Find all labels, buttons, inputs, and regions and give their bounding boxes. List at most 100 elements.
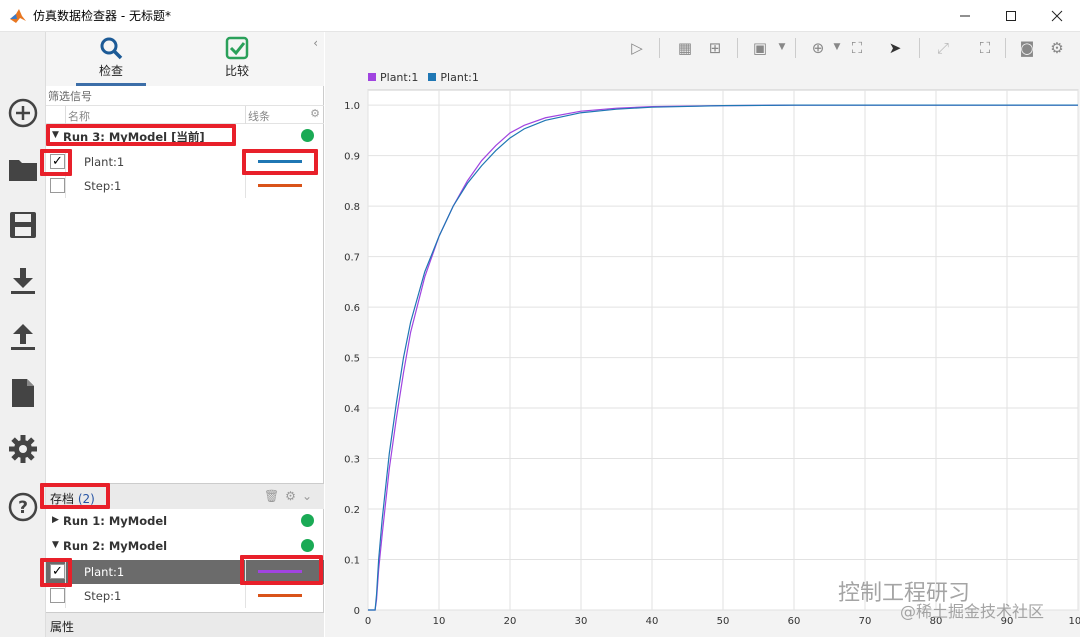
expand-triangle-icon[interactable]: ▶	[52, 515, 59, 525]
x-tick-label: 0	[365, 616, 371, 627]
maximize-icon	[1006, 11, 1016, 21]
help-icon: ?	[8, 492, 38, 522]
save-button[interactable]	[6, 208, 40, 242]
legend-item: Plant:1	[368, 70, 418, 84]
minimize-icon	[960, 15, 970, 17]
collapse-panel-icon[interactable]: ‹	[313, 36, 318, 50]
x-tick-label: 50	[717, 616, 730, 627]
settings-button[interactable]	[6, 432, 40, 466]
x-tick-label: 20	[504, 616, 517, 627]
help-button[interactable]: ?	[6, 490, 40, 524]
camera-icon[interactable]: ◙	[1017, 39, 1037, 57]
status-dot	[301, 539, 314, 552]
zoom-icon[interactable]: ⊕	[808, 39, 828, 57]
properties-header[interactable]: 属性	[46, 612, 324, 637]
x-tick-label: 100	[1068, 616, 1080, 627]
highlight-box	[242, 149, 318, 175]
export-button[interactable]	[6, 320, 40, 354]
highlight-box	[46, 124, 236, 146]
y-tick-label: 1.0	[344, 101, 360, 112]
title-bar: 仿真数据检查器 - 无标题*	[0, 0, 1080, 32]
column-line[interactable]: 线条	[248, 108, 270, 124]
save-icon	[10, 212, 36, 238]
import-button[interactable]	[6, 264, 40, 298]
filter-signals-input[interactable]: 筛选信号	[46, 88, 324, 106]
line-style-swatch[interactable]	[258, 594, 302, 597]
x-tick-label: 40	[646, 616, 659, 627]
x-tick-label: 30	[575, 616, 588, 627]
y-tick-label: 0.4	[344, 404, 360, 415]
grid-icon[interactable]: ⊞	[705, 39, 725, 57]
minimize-button[interactable]	[942, 0, 988, 32]
close-button[interactable]	[1034, 0, 1080, 32]
fit-icon[interactable]: ⛶	[847, 39, 867, 57]
window-title: 仿真数据检查器 - 无标题*	[33, 9, 171, 23]
search-icon	[100, 37, 123, 60]
tab-inspect[interactable]: 检查	[76, 36, 146, 86]
trash-icon[interactable]: 🗑	[264, 489, 285, 503]
gear-icon	[9, 435, 37, 463]
open-button[interactable]	[6, 152, 40, 186]
layout-icon[interactable]: ▦	[675, 39, 695, 57]
x-tick-label: 70	[859, 616, 872, 627]
status-dot	[301, 129, 314, 142]
legend-swatch	[368, 73, 376, 81]
signal-checkbox[interactable]	[50, 588, 65, 603]
signal-label: Plant:1	[84, 565, 125, 579]
watermark-subtext: @稀土掘金技术社区	[900, 602, 1045, 621]
expand-triangle-icon[interactable]: ▼	[52, 540, 59, 550]
highlight-box	[240, 555, 323, 585]
x-tick-label: 60	[788, 616, 801, 627]
chevron-down-icon[interactable]: ⌄	[302, 489, 318, 503]
highlight-box	[40, 149, 72, 176]
plot-toolbar: ▷ ▦ ⊞ ▣ ▼ ⊕ ▼ ⛶ ➤ ⤢ ⛶ ◙ ⚙	[325, 32, 1080, 64]
tab-compare[interactable]: 比较	[202, 36, 272, 86]
signal-browser-panel: 检查 比较 ‹ 筛选信号 名称 线条 ⚙ ▼ Run 3: MyModel [当…	[46, 32, 324, 637]
highlight-box	[40, 483, 110, 509]
line-style-swatch[interactable]	[258, 184, 302, 187]
folder-icon	[9, 160, 37, 181]
report-button[interactable]	[6, 376, 40, 410]
signal-row[interactable]: Step:1	[46, 584, 324, 608]
chevron-down-icon[interactable]: ▼	[827, 42, 847, 60]
run-row[interactable]: ▼ Run 2: MyModel	[46, 535, 324, 557]
chevron-down-icon[interactable]: ▼	[772, 42, 792, 60]
fullscreen-icon[interactable]: ⛶	[975, 39, 995, 57]
signal-label: Step:1	[84, 589, 122, 603]
highlight-box	[40, 558, 72, 587]
svg-text:?: ?	[18, 498, 28, 518]
add-button[interactable]	[6, 96, 40, 130]
column-name[interactable]: 名称	[68, 108, 90, 124]
document-icon	[12, 379, 34, 407]
signal-checkbox[interactable]	[50, 178, 65, 193]
legend-swatch	[428, 73, 437, 81]
left-toolbar-rail: ?	[0, 32, 46, 637]
x-tick-label: 10	[433, 616, 446, 627]
chart-legend: Plant:1 Plant:1	[368, 70, 479, 84]
y-tick-label: 0.7	[344, 253, 360, 264]
line-chart[interactable]: 010203040506070809010000.10.20.30.40.50.…	[325, 85, 1080, 637]
expand-icon[interactable]: ⤢	[933, 39, 953, 57]
legend-item: Plant:1	[428, 70, 479, 84]
legend-label: Plant:1	[440, 70, 479, 84]
signal-row[interactable]: Step:1	[46, 174, 324, 198]
y-tick-label: 0.9	[344, 152, 360, 163]
y-tick-label: 0	[354, 606, 360, 617]
column-settings-icon[interactable]: ⚙	[310, 107, 320, 120]
matlab-logo-icon	[10, 8, 26, 23]
upload-icon	[11, 324, 35, 350]
maximize-button[interactable]	[988, 0, 1034, 32]
y-tick-label: 0.6	[344, 303, 360, 314]
pointer-icon[interactable]: ➤	[885, 39, 905, 57]
archive-settings-icon[interactable]: ⚙	[285, 489, 302, 503]
cursor-count-icon[interactable]: ▣	[750, 39, 770, 57]
legend-label: Plant:1	[380, 70, 419, 84]
tab-inspect-label: 检查	[98, 64, 123, 78]
column-header: 名称 线条 ⚙	[46, 106, 324, 124]
play-icon[interactable]: ▷	[627, 39, 647, 57]
run-label: Run 2: MyModel	[63, 539, 168, 553]
download-icon	[11, 268, 35, 294]
signal-label: Step:1	[84, 179, 122, 193]
run-row[interactable]: ▶ Run 1: MyModel	[46, 510, 324, 532]
settings-icon[interactable]: ⚙	[1047, 39, 1067, 57]
